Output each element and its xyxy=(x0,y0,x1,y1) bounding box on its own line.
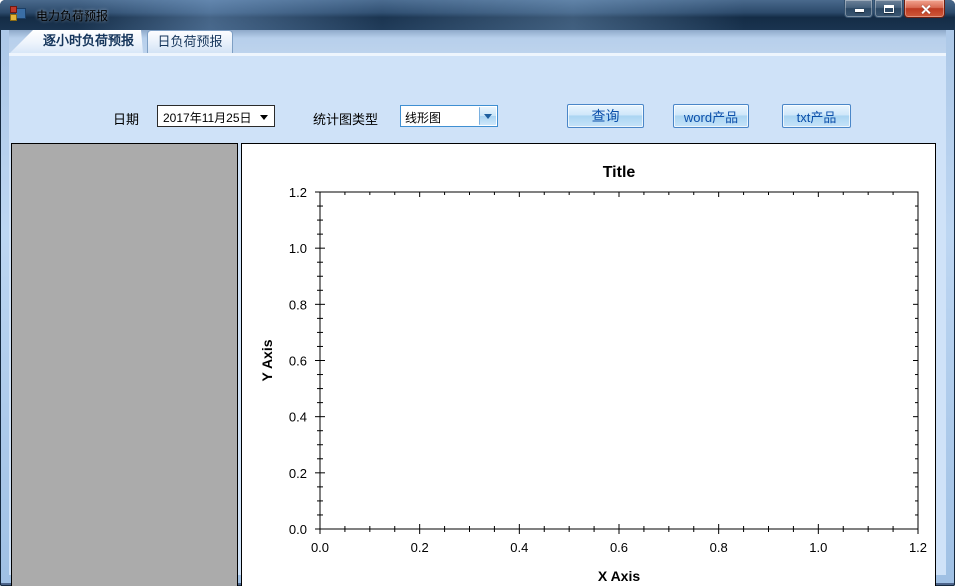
svg-text:0.2: 0.2 xyxy=(289,466,307,481)
close-icon xyxy=(920,4,931,15)
svg-text:0.8: 0.8 xyxy=(289,297,307,312)
result-list-panel xyxy=(11,143,238,586)
chart-canvas: 0.0 0.2 0.4 0.6 0.8 1.0 1.2 0.0 0.2 0.4 0.6 0.8 1.0 1… xyxy=(259,164,927,584)
svg-text:X Axis: X Axis xyxy=(598,568,640,584)
title-bar[interactable]: 电力负荷预报 xyxy=(0,0,955,30)
svg-text:Title: Title xyxy=(603,164,636,181)
window-title: 电力负荷预报 xyxy=(36,9,109,23)
chart-type-value: 线形图 xyxy=(405,111,442,125)
tab-strip: 逐小时负荷预报 日负荷预报 xyxy=(9,30,946,53)
app-icon xyxy=(10,6,26,22)
svg-text:1.0: 1.0 xyxy=(809,540,827,555)
app-icon-part xyxy=(10,14,17,21)
svg-text:0.6: 0.6 xyxy=(610,540,628,555)
date-picker[interactable]: 2017年11月25日 xyxy=(157,105,275,127)
svg-text:Y Axis: Y Axis xyxy=(259,339,275,381)
svg-text:0.6: 0.6 xyxy=(289,354,307,369)
chart-type-label: 统计图类型 xyxy=(313,112,379,127)
app-icon-part xyxy=(10,6,17,13)
client-area: 逐小时负荷预报 日负荷预报 日期 2017年11月25日 统计图类型 线形图 查… xyxy=(9,30,946,586)
svg-text:1.2: 1.2 xyxy=(909,540,927,555)
minimize-icon xyxy=(854,9,864,12)
svg-text:0.4: 0.4 xyxy=(289,410,307,425)
query-button[interactable]: 查询 xyxy=(567,104,644,128)
chart-type-select[interactable]: 线形图 xyxy=(400,105,498,127)
date-picker-value: 2017年11月25日 xyxy=(163,111,252,125)
svg-text:0.2: 0.2 xyxy=(411,540,429,555)
svg-text:0.8: 0.8 xyxy=(710,540,728,555)
close-button[interactable] xyxy=(904,0,945,18)
chevron-down-icon[interactable] xyxy=(260,115,268,120)
maximize-icon xyxy=(883,5,894,13)
svg-text:1.2: 1.2 xyxy=(289,185,307,200)
date-label: 日期 xyxy=(113,112,140,127)
chevron-down-icon[interactable] xyxy=(479,107,496,125)
chart-panel: 0.0 0.2 0.4 0.6 0.8 1.0 1.2 0.0 0.2 0.4 0.6 0.8 1.0 1… xyxy=(241,143,936,586)
txt-export-button[interactable]: txt产品 xyxy=(782,104,851,128)
tab-daily-forecast[interactable]: 日负荷预报 xyxy=(147,30,233,53)
word-export-button[interactable]: word产品 xyxy=(673,104,749,128)
tab-page: 日期 2017年11月25日 统计图类型 线形图 查询 word产品 txt产品… xyxy=(9,53,946,586)
window-controls xyxy=(843,0,945,18)
svg-text:1.0: 1.0 xyxy=(289,241,307,256)
maximize-button[interactable] xyxy=(874,0,903,18)
minimize-button[interactable] xyxy=(844,0,873,18)
svg-text:0.4: 0.4 xyxy=(510,540,528,555)
tab-hourly-forecast[interactable]: 逐小时负荷预报 xyxy=(10,30,143,53)
svg-text:0.0: 0.0 xyxy=(289,522,307,537)
svg-text:0.0: 0.0 xyxy=(311,540,329,555)
app-window: 电力负荷预报 逐小时负荷预报 日负荷预报 日期 2017年11月25日 统计图类… xyxy=(0,0,955,586)
